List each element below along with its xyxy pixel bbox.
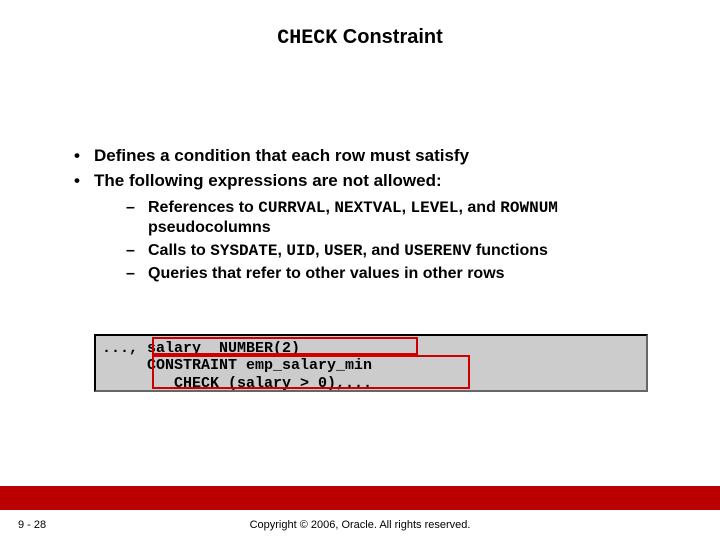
title-code: CHECK — [277, 27, 337, 50]
bullet-defines: Defines a condition that each row must s… — [70, 145, 670, 166]
code-example: ..., salary NUMBER(2) CONSTRAINT emp_sal… — [102, 340, 372, 392]
oracle-logo: ORACLE — [639, 461, 704, 477]
sub-calls: Calls to SYSDATE, UID, USER, and USERENV… — [126, 241, 670, 262]
slide: CHECK Constraint Defines a condition tha… — [0, 0, 720, 540]
sub-bullet-list: References to CURRVAL, NEXTVAL, LEVEL, a… — [126, 198, 670, 285]
title-text: Constraint — [343, 26, 443, 48]
sub-references: References to CURRVAL, NEXTVAL, LEVEL, a… — [126, 198, 670, 240]
footer-bar: ORACLE — [0, 486, 720, 510]
bullet-not-allowed: The following expressions are not allowe… — [70, 170, 670, 191]
code-example-box: ..., salary NUMBER(2) CONSTRAINT emp_sal… — [94, 334, 648, 392]
content-area: Defines a condition that each row must s… — [70, 145, 670, 287]
sub-queries: Queries that refer to other values in ot… — [126, 264, 670, 285]
copyright-text: Copyright © 2006, Oracle. All rights res… — [0, 519, 720, 531]
slide-title: CHECK Constraint — [0, 26, 720, 50]
